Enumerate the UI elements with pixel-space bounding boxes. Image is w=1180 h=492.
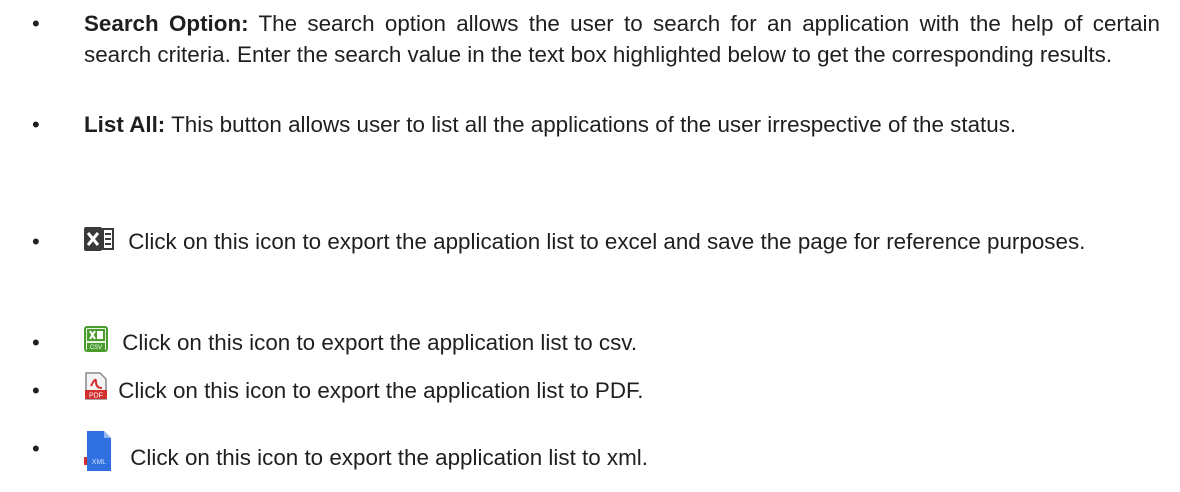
- description: This button allows user to list all the …: [171, 112, 1017, 137]
- xml-icon: XML: [84, 431, 112, 471]
- bullet: •: [32, 112, 40, 137]
- bullet: •: [32, 378, 40, 403]
- list-item-text: PDF Click on this icon to export the app…: [84, 372, 1160, 406]
- document-page: • Search Option: The search option allow…: [0, 0, 1180, 492]
- description: Click on this icon to export the applica…: [128, 229, 1086, 254]
- description: Click on this icon to export the applica…: [130, 445, 648, 470]
- bullet: •: [32, 436, 40, 461]
- term-search-option: Search Option:: [84, 11, 249, 36]
- description: Click on this icon to export the applica…: [122, 330, 638, 355]
- term-list-all: List All:: [84, 112, 166, 137]
- svg-text:XML: XML: [92, 459, 107, 466]
- list-item-text: CSV Click on this icon to export the app…: [84, 326, 1160, 358]
- list-item-text: Search Option: The search option allows …: [84, 8, 1160, 70]
- list-item-text: Click on this icon to export the applica…: [84, 226, 1160, 257]
- bullet: •: [32, 229, 40, 254]
- csv-icon: CSV: [84, 326, 108, 352]
- bullet: •: [32, 11, 40, 36]
- list-item-text: XML Click on this icon to export the app…: [84, 431, 1160, 473]
- description: Click on this icon to export the applica…: [118, 378, 644, 403]
- pdf-icon: PDF: [84, 372, 108, 400]
- excel-icon: [84, 227, 114, 251]
- bullet: •: [32, 330, 40, 355]
- svg-text:PDF: PDF: [89, 393, 103, 400]
- svg-text:CSV: CSV: [90, 345, 102, 351]
- list-item-text: List All: This button allows user to lis…: [84, 109, 1160, 140]
